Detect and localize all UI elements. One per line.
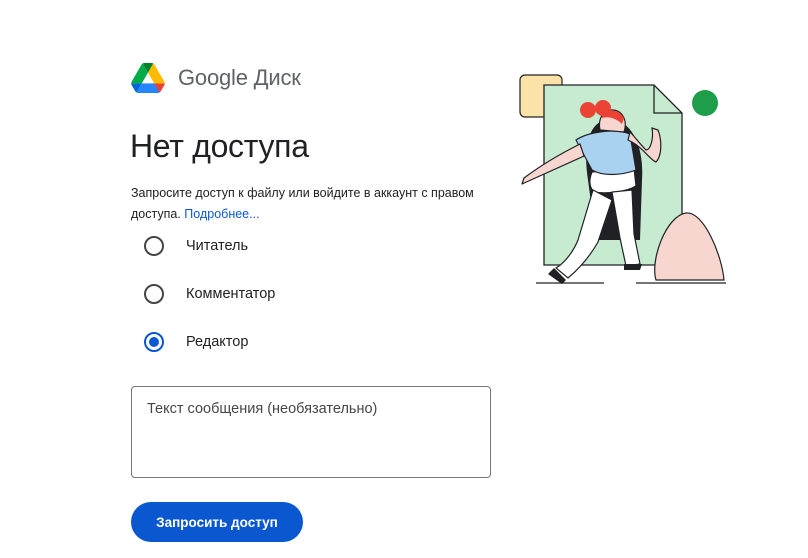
role-label: Комментатор <box>186 286 276 302</box>
request-access-button[interactable]: Запросить доступ <box>131 502 303 542</box>
radio-button[interactable] <box>144 284 164 304</box>
role-option-editor[interactable]: Редактор <box>144 330 248 354</box>
person-hair-bun-left <box>580 102 596 118</box>
message-input[interactable] <box>132 387 490 477</box>
logo-text: Google Диск <box>178 65 301 90</box>
green-dot-shape <box>692 90 718 116</box>
message-field[interactable] <box>131 386 491 478</box>
radio-button[interactable] <box>144 236 164 256</box>
learn-more-link[interactable]: Подробнее... <box>184 207 259 221</box>
role-option-commenter[interactable]: Комментатор <box>144 282 275 306</box>
person-shoe-right <box>624 264 642 270</box>
radio-button-checked[interactable] <box>144 332 164 352</box>
google-drive-icon <box>131 63 165 93</box>
google-drive-logo: Google Диск <box>131 60 301 96</box>
description-text: Запросите доступ к файлу или войдите в а… <box>131 186 474 221</box>
page-title: Нет доступа <box>130 128 309 164</box>
description: Запросите доступ к файлу или войдите в а… <box>131 183 491 225</box>
no-access-page: Google Диск Нет доступа Запросите доступ… <box>0 0 808 558</box>
role-label: Читатель <box>186 238 249 254</box>
role-label: Редактор <box>186 334 249 350</box>
no-access-illustration <box>519 74 726 284</box>
role-option-reader[interactable]: Читатель <box>144 234 248 258</box>
